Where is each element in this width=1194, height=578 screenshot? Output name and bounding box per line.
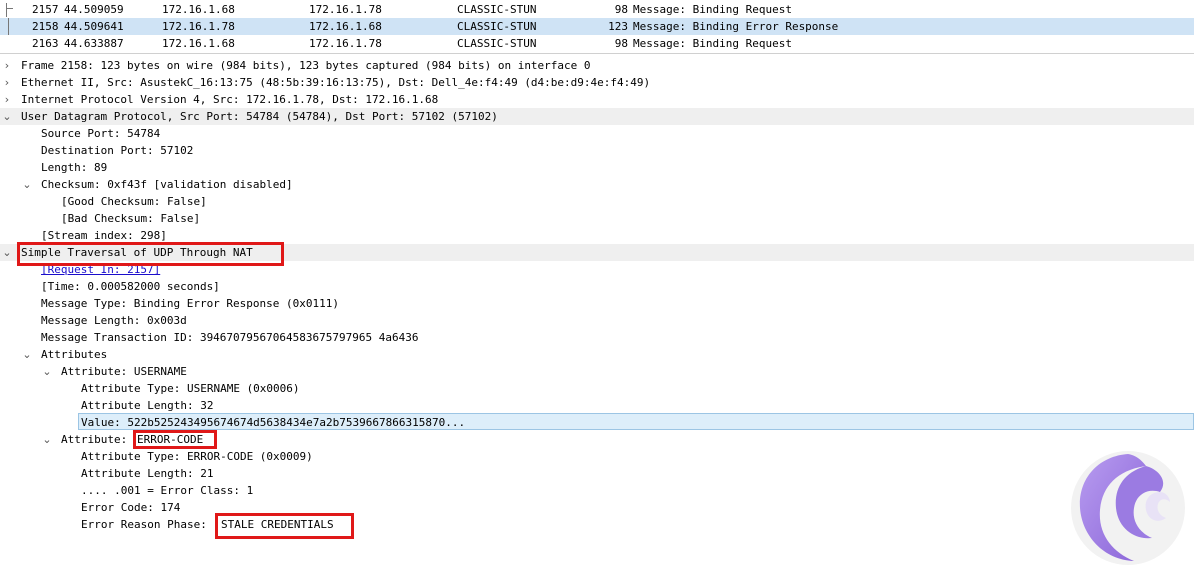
tree-item-time[interactable]: [Time: 0.000582000 seconds]: [0, 278, 1194, 295]
packet-proto: CLASSIC-STUN: [457, 20, 537, 33]
logo-icon: [1071, 451, 1185, 565]
packet-row[interactable]: 2157 44.509059 172.16.1.68 172.16.1.78 C…: [0, 1, 1194, 18]
tree-item-bad-checksum[interactable]: [Bad Checksum: False]: [0, 210, 1194, 227]
packet-time: 44.509059: [64, 3, 124, 16]
packet-row[interactable]: 2163 44.633887 172.16.1.68 172.16.1.78 C…: [0, 35, 1194, 52]
packet-list: 2157 44.509059 172.16.1.68 172.16.1.78 C…: [0, 0, 1194, 54]
related-packet-marker: [6, 3, 7, 17]
packet-row-selected[interactable]: 2158 44.509641 172.16.1.78 172.16.1.68 C…: [0, 18, 1194, 35]
packet-no: 2163: [32, 37, 59, 50]
tree-item-dst-port[interactable]: Destination Port: 57102: [0, 142, 1194, 159]
packet-dst: 172.16.1.68: [309, 20, 382, 33]
tree-item-attr-len-error[interactable]: Attribute Length: 21: [0, 465, 1194, 482]
tree-item-error-code[interactable]: Error Code: 174: [0, 499, 1194, 516]
tree-item-attr-username[interactable]: ⌄ Attribute: USERNAME: [0, 363, 1194, 380]
tree-item-length[interactable]: Length: 89: [0, 159, 1194, 176]
packet-len: 123: [608, 20, 628, 33]
packet-info: Message: Binding Request: [633, 37, 792, 50]
packet-no: 2157: [32, 3, 59, 16]
highlight-box-error-code: [133, 430, 217, 449]
related-packet-marker: [8, 18, 9, 35]
packet-info: Message: Binding Error Response: [633, 20, 839, 33]
packet-proto: CLASSIC-STUN: [457, 37, 537, 50]
tree-item-error-class[interactable]: .... .001 = Error Class: 1: [0, 482, 1194, 499]
expanded-arrow-icon[interactable]: ⌄: [42, 363, 52, 380]
expanded-arrow-icon[interactable]: ⌄: [2, 244, 12, 261]
tree-item-udp[interactable]: ⌄ User Datagram Protocol, Src Port: 5478…: [0, 108, 1194, 125]
expanded-arrow-icon[interactable]: ⌄: [2, 108, 12, 125]
expanded-arrow-icon[interactable]: ⌄: [22, 346, 32, 363]
packet-src: 172.16.1.68: [162, 37, 235, 50]
tree-item-attr-type-username[interactable]: Attribute Type: USERNAME (0x0006): [0, 380, 1194, 397]
tree-item-src-port[interactable]: Source Port: 54784: [0, 125, 1194, 142]
tree-item-msg-type[interactable]: Message Type: Binding Error Response (0x…: [0, 295, 1194, 312]
packet-src: 172.16.1.78: [162, 20, 235, 33]
collapsed-arrow-icon[interactable]: ›: [2, 91, 12, 108]
tree-item-attr-len-username[interactable]: Attribute Length: 32: [0, 397, 1194, 414]
collapsed-arrow-icon[interactable]: ›: [2, 57, 12, 74]
tree-item-ethernet[interactable]: › Ethernet II, Src: AsustekC_16:13:75 (4…: [0, 74, 1194, 91]
related-packet-marker-tick: [6, 8, 13, 9]
packet-time: 44.633887: [64, 37, 124, 50]
packet-src: 172.16.1.68: [162, 3, 235, 16]
tree-item-good-checksum[interactable]: [Good Checksum: False]: [0, 193, 1194, 210]
expanded-arrow-icon[interactable]: ⌄: [22, 176, 32, 193]
tree-item-attributes[interactable]: ⌄ Attributes: [0, 346, 1194, 363]
highlight-box-stun: [17, 242, 284, 266]
tree-item-value[interactable]: Value: 522b525243495674674d5638434e7a2b7…: [0, 414, 1194, 431]
highlight-box-reason: [215, 513, 354, 539]
packet-details-tree: › Frame 2158: 123 bytes on wire (984 bit…: [0, 56, 1194, 578]
packet-proto: CLASSIC-STUN: [457, 3, 537, 16]
packet-info: Message: Binding Request: [633, 3, 792, 16]
packet-no: 2158: [32, 20, 59, 33]
tree-item-ip[interactable]: › Internet Protocol Version 4, Src: 172.…: [0, 91, 1194, 108]
expanded-arrow-icon[interactable]: ⌄: [42, 431, 52, 448]
packet-len: 98: [614, 37, 628, 50]
collapsed-arrow-icon[interactable]: ›: [2, 74, 12, 91]
tree-item-error-reason[interactable]: Error Reason Phase: STALE CREDENTIALS: [0, 516, 1194, 533]
tree-item-attr-type-error[interactable]: Attribute Type: ERROR-CODE (0x0009): [0, 448, 1194, 465]
packet-time: 44.509641: [64, 20, 124, 33]
tree-item-msg-txid[interactable]: Message Transaction ID: 3946707956706458…: [0, 329, 1194, 346]
packet-dst: 172.16.1.78: [309, 3, 382, 16]
packet-dst: 172.16.1.78: [309, 37, 382, 50]
tree-item-msg-length[interactable]: Message Length: 0x003d: [0, 312, 1194, 329]
tree-item-checksum[interactable]: ⌄ Checksum: 0xf43f [validation disabled]: [0, 176, 1194, 193]
packet-len: 98: [614, 3, 628, 16]
tree-item-frame[interactable]: › Frame 2158: 123 bytes on wire (984 bit…: [0, 57, 1194, 74]
